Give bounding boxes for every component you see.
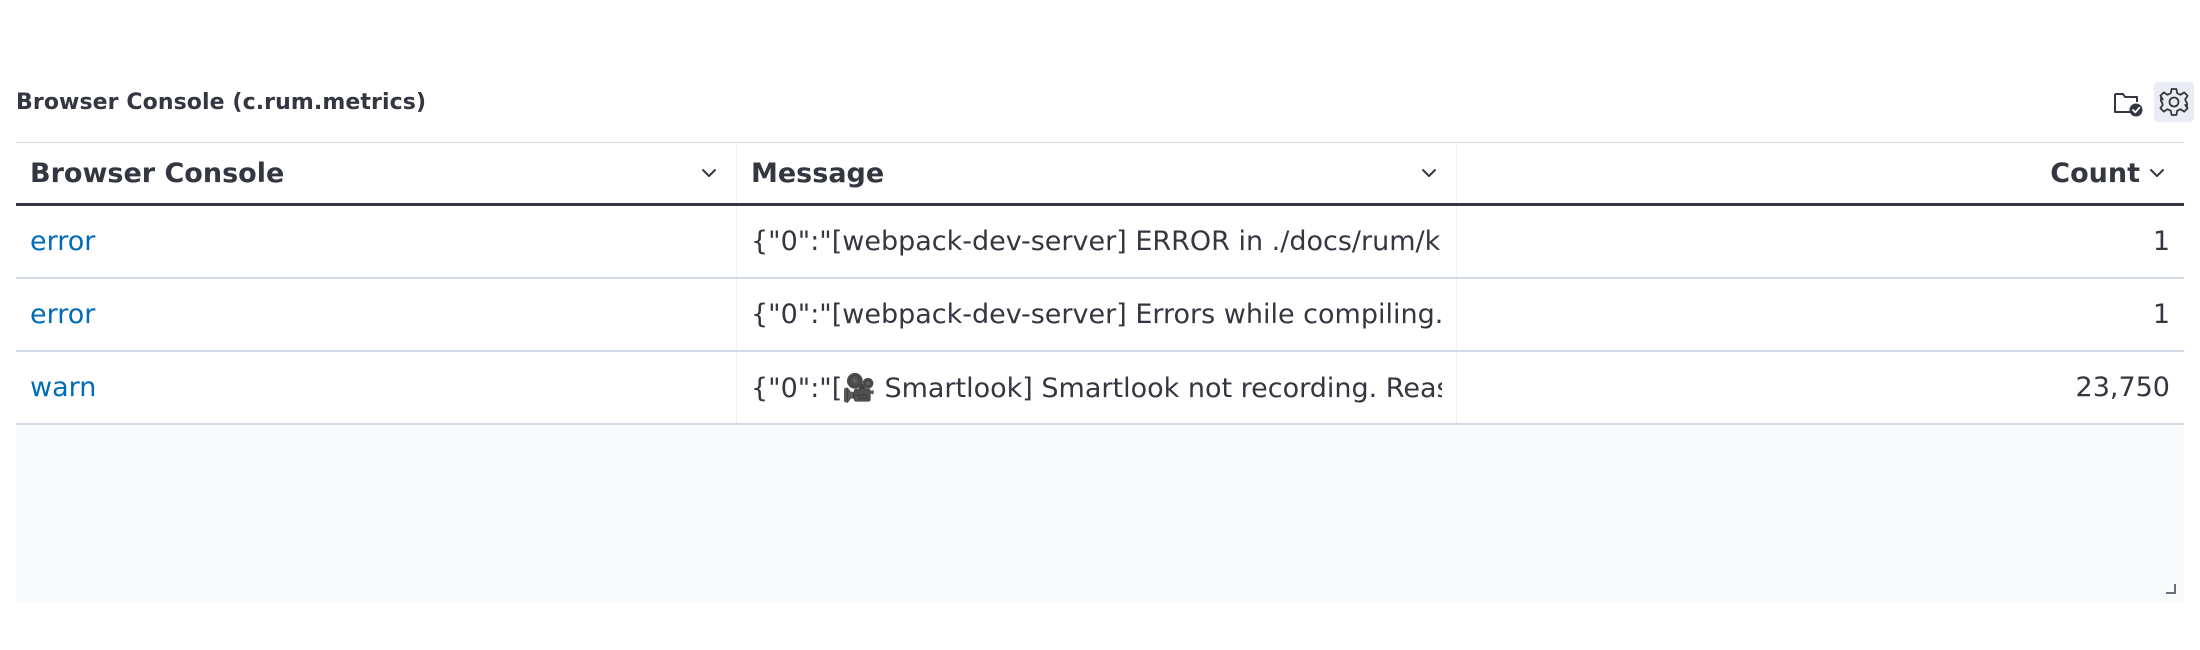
data-grid: Browser Console Message Count error {"0"… bbox=[16, 142, 2184, 425]
chevron-down-icon[interactable] bbox=[1416, 160, 1442, 186]
message-text: {"0":"[webpack-dev-server] Errors while … bbox=[751, 299, 1442, 330]
table-header-row: Browser Console Message Count bbox=[16, 143, 2184, 206]
resize-handle-icon[interactable] bbox=[2164, 582, 2176, 594]
panel-title: Browser Console (c.rum.metrics) bbox=[16, 90, 427, 115]
panel-actions bbox=[2108, 82, 2194, 122]
chevron-down-icon[interactable] bbox=[696, 160, 722, 186]
browser-console-panel: Browser Console (c.rum.metrics) Browser … bbox=[0, 78, 2200, 610]
message-cell: {"0":"[webpack-dev-server] Errors while … bbox=[736, 279, 1456, 350]
count-value: 1 bbox=[2152, 299, 2170, 330]
column-header-count[interactable]: Count bbox=[1456, 143, 2184, 203]
message-text: {"0":"[🎥 Smartlook] Smartlook not record… bbox=[751, 372, 1442, 404]
gear-icon bbox=[2159, 88, 2189, 116]
message-cell: {"0":"[🎥 Smartlook] Smartlook not record… bbox=[736, 352, 1456, 423]
column-header-label: Message bbox=[751, 157, 885, 189]
level-link[interactable]: error bbox=[30, 226, 95, 257]
count-value: 1 bbox=[2152, 226, 2170, 257]
column-header-label: Count bbox=[2050, 157, 2140, 189]
column-header-message[interactable]: Message bbox=[736, 143, 1456, 203]
column-header-label: Browser Console bbox=[30, 157, 285, 189]
table-row: warn {"0":"[🎥 Smartlook] Smartlook not r… bbox=[16, 352, 2184, 425]
message-text: {"0":"[webpack-dev-server] ERROR in ./do… bbox=[751, 226, 1442, 257]
level-link[interactable]: error bbox=[30, 299, 95, 330]
count-cell: 1 bbox=[1456, 279, 2184, 350]
folder-check-button[interactable] bbox=[2108, 82, 2148, 122]
count-cell: 1 bbox=[1456, 206, 2184, 277]
count-cell: 23,750 bbox=[1456, 352, 2184, 423]
level-cell: error bbox=[16, 206, 736, 277]
panel-header: Browser Console (c.rum.metrics) bbox=[16, 78, 2200, 126]
data-table: Browser Console Message Count error {"0"… bbox=[16, 142, 2184, 602]
table-row: error {"0":"[webpack-dev-server] Errors … bbox=[16, 279, 2184, 352]
level-cell: warn bbox=[16, 352, 736, 423]
column-header-browser-console[interactable]: Browser Console bbox=[16, 143, 736, 203]
message-cell: {"0":"[webpack-dev-server] ERROR in ./do… bbox=[736, 206, 1456, 277]
level-cell: error bbox=[16, 279, 736, 350]
settings-button[interactable] bbox=[2154, 82, 2194, 122]
chevron-down-icon[interactable] bbox=[2144, 160, 2170, 186]
level-link[interactable]: warn bbox=[30, 372, 96, 403]
table-row: error {"0":"[webpack-dev-server] ERROR i… bbox=[16, 206, 2184, 279]
count-value: 23,750 bbox=[2075, 372, 2170, 403]
folder-check-icon bbox=[2114, 93, 2143, 117]
